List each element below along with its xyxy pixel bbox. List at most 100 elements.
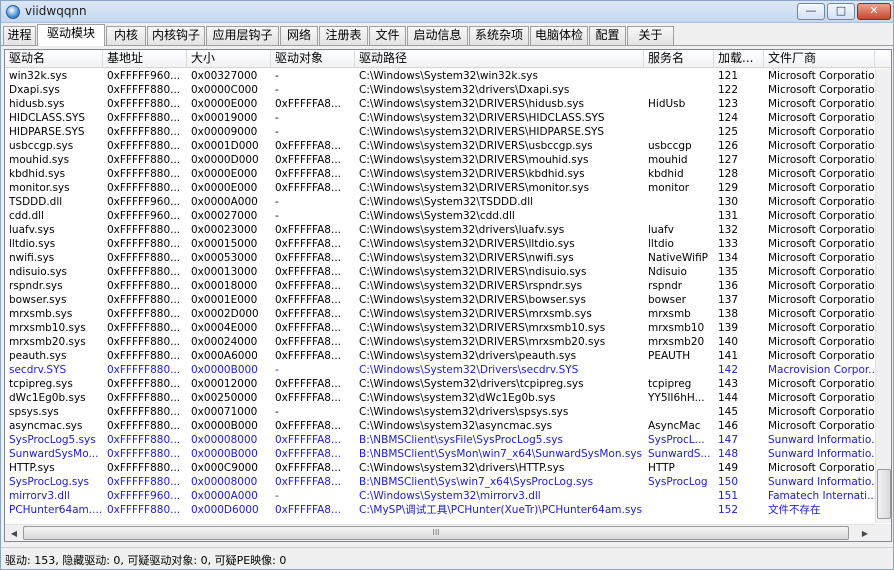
table-row[interactable]: SysProcLog5.sys 0xFFFFF880... 0x00008000 0x… (5, 433, 875, 447)
cell-obj: 0xFFFFFA8... (275, 294, 342, 306)
tab-1[interactable]: 驱动模块 (37, 24, 105, 46)
table-row[interactable]: spsys.sys 0xFFFFF880... 0x00071000 - C:\Wind… (5, 405, 875, 419)
table-row[interactable]: peauth.sys 0xFFFFF880... 0x000A6000 0xFFFFF… (5, 349, 875, 363)
column-header-base[interactable]: 基地址 (103, 50, 187, 68)
cell-svc: mrxsmb20 (648, 336, 705, 348)
tab-7[interactable]: 文件 (369, 26, 406, 45)
app-icon (6, 5, 20, 19)
table-row[interactable]: hidusb.sys 0xFFFFF880... 0x0000E000 0xFFFFF… (5, 97, 875, 111)
cell-path: C:\Windows\system32\DRIVERS\bowser.sys (359, 294, 586, 306)
table-row[interactable]: usbccgp.sys 0xFFFFF880... 0x0001D000 0xFFFF… (5, 139, 875, 153)
table-row[interactable]: lltdio.sys 0xFFFFF880... 0x00015000 0xFFFFF… (5, 237, 875, 251)
tab-4[interactable]: 应用层钩子 (206, 26, 279, 45)
table-row[interactable]: mrxsmb20.sys 0xFFFFF880... 0x00024000 0xFFF… (5, 335, 875, 349)
cell-svc: kbdhid (648, 168, 684, 180)
cell-base: 0xFFFFF880... (107, 112, 181, 124)
tab-6[interactable]: 注册表 (319, 26, 368, 45)
column-header-size[interactable]: 大小 (187, 50, 271, 68)
column-header-order[interactable]: 加载... (714, 50, 764, 68)
table-row[interactable]: cdd.dll 0xFFFFF960... 0x00027000 - C:\Window… (5, 209, 875, 223)
table-row[interactable]: SunwardSysMo... 0xFFFFF880... 0x0000B000 0x… (5, 447, 875, 461)
status-text: 驱动: 153, 隐藏驱动: 0, 可疑驱动对象: 0, 可疑PE映像: 0 (5, 554, 287, 567)
table-row[interactable]: mrxsmb.sys 0xFFFFF880... 0x0002D000 0xFFFFF… (5, 307, 875, 321)
cell-path: C:\Windows\system32\DRIVERS\ndisuio.sys (359, 266, 587, 278)
tab-5[interactable]: 网络 (280, 26, 318, 45)
table-row[interactable]: win32k.sys 0xFFFFF960... 0x00327000 - C:\Win… (5, 69, 875, 83)
title-bar[interactable]: viidwqqnn — □ ✕ (1, 1, 893, 23)
cell-vendor: Microsoft Corporation (768, 238, 875, 250)
cell-vendor: Microsoft Corporation (768, 420, 875, 432)
table-row[interactable]: SysProcLog.sys 0xFFFFF880... 0x00008000 0xF… (5, 475, 875, 489)
table-row[interactable]: mrxsmb10.sys 0xFFFFF880... 0x0004E000 0xFFF… (5, 321, 875, 335)
scroll-right-arrow-icon[interactable]: ▶ (857, 526, 873, 541)
cell-path: C:\Windows\System32\mirrorv3.dll (359, 490, 541, 502)
horizontal-scroll-thumb[interactable]: III (23, 526, 849, 540)
cell-size: 0x00023000 (191, 224, 258, 236)
cell-order: 144 (718, 392, 739, 404)
cell-path: C:\MySP\调试工具\PCHunter(XueTr)\PCHunter64a… (359, 504, 643, 516)
cell-base: 0xFFFFF880... (107, 350, 181, 362)
cell-order: 123 (718, 98, 739, 110)
tab-0[interactable]: 进程 (3, 26, 36, 45)
cell-size: 0x0000B000 (191, 364, 258, 376)
table-row[interactable]: nwifi.sys 0xFFFFF880... 0x00053000 0xFFFFFA… (5, 251, 875, 265)
table-row[interactable]: dWc1Eg0b.sys 0xFFFFF880... 0x00250000 0xFFF… (5, 391, 875, 405)
cell-path: C:\Windows\system32\drivers\peauth.sys (359, 350, 577, 362)
cell-vendor: Microsoft Corporation (768, 322, 875, 334)
cell-path: C:\Windows\system32\DRIVERS\kbdhid.sys (359, 168, 585, 180)
column-header-obj[interactable]: 驱动对象 (271, 50, 355, 68)
cell-order: 132 (718, 224, 739, 236)
table-row[interactable]: luafv.sys 0xFFFFF880... 0x00023000 0xFFFFFA… (5, 223, 875, 237)
tab-3[interactable]: 内核钩子 (147, 26, 205, 45)
close-button[interactable]: ✕ (857, 3, 891, 20)
cell-base: 0xFFFFF880... (107, 378, 181, 390)
tab-10[interactable]: 电脑体检 (530, 26, 588, 45)
minimize-button[interactable]: — (797, 3, 825, 20)
table-row[interactable]: Dxapi.sys 0xFFFFF880... 0x0000C000 - C:\Wind… (5, 83, 875, 97)
table-row[interactable]: bowser.sys 0xFFFFF880... 0x0001E000 0xFFFFF… (5, 293, 875, 307)
cell-obj: 0xFFFFFA8... (275, 350, 342, 362)
cell-obj: - (275, 210, 279, 222)
cell-size: 0x00015000 (191, 238, 258, 250)
cell-size: 0x00071000 (191, 406, 258, 418)
cell-obj: 0xFFFFFA8... (275, 98, 342, 110)
table-row[interactable]: secdrv.SYS 0xFFFFF880... 0x0000B000 - C:\Win… (5, 363, 875, 377)
cell-order: 142 (718, 364, 739, 376)
column-header-svc[interactable]: 服务名 (644, 50, 714, 68)
tab-9[interactable]: 系统杂项 (469, 26, 529, 45)
cell-obj: 0xFFFFFA8... (275, 476, 342, 488)
tab-11[interactable]: 配置 (589, 26, 626, 45)
table-row[interactable]: monitor.sys 0xFFFFF880... 0x0000E000 0xFFFF… (5, 181, 875, 195)
cell-order: 150 (718, 476, 739, 488)
column-header-path[interactable]: 驱动路径 (355, 50, 644, 68)
table-row[interactable]: HTTP.sys 0xFFFFF880... 0x000C9000 0xFFFFFA8… (5, 461, 875, 475)
table-row[interactable]: ndisuio.sys 0xFFFFF880... 0x00013000 0xFFFF… (5, 265, 875, 279)
table-row[interactable]: tcpipreg.sys 0xFFFFF880... 0x00012000 0xFFF… (5, 377, 875, 391)
table-row[interactable]: asyncmac.sys 0xFFFFF880... 0x0000B000 0xFFF… (5, 419, 875, 433)
tab-2[interactable]: 内核 (106, 26, 146, 45)
vertical-scrollbar[interactable] (875, 69, 891, 523)
horizontal-scrollbar[interactable]: ◀ III ▶ (5, 524, 875, 541)
cell-base: 0xFFFFF880... (107, 462, 181, 474)
scroll-left-arrow-icon[interactable]: ◀ (6, 526, 22, 541)
cell-name: nwifi.sys (9, 252, 55, 264)
tab-8[interactable]: 启动信息 (407, 26, 468, 45)
column-header-vendor[interactable]: 文件厂商 (764, 50, 875, 68)
tab-12[interactable]: 关于 (627, 26, 674, 45)
column-header-name[interactable]: 驱动名 (5, 50, 103, 68)
vertical-scroll-thumb[interactable] (877, 469, 891, 519)
table-row[interactable]: mouhid.sys 0xFFFFF880... 0x0000D000 0xFFFFF… (5, 153, 875, 167)
cell-path: B:\NBMSClient\sysFile\SysProcLog5.sys (359, 434, 563, 446)
table-row[interactable]: kbdhid.sys 0xFFFFF880... 0x0000E000 0xFFFFF… (5, 167, 875, 181)
table-row[interactable]: HIDCLASS.SYS 0xFFFFF880... 0x00019000 - C:\W… (5, 111, 875, 125)
table-row[interactable]: HIDPARSE.SYS 0xFFFFF880... 0x00009000 - C:\W… (5, 125, 875, 139)
table-row[interactable]: rspndr.sys 0xFFFFF880... 0x00018000 0xFFFFF… (5, 279, 875, 293)
table-row[interactable]: PCHunter64am.... 0xFFFFF880... 0x000D6000 0… (5, 503, 875, 517)
cell-vendor: Microsoft Corporation (768, 112, 875, 124)
table-row[interactable]: mirrorv3.dll 0xFFFFF960... 0x0000A000 - C:\W… (5, 489, 875, 503)
table-row[interactable]: TSDDD.dll 0xFFFFF960... 0x0000A000 - C:\Wind… (5, 195, 875, 209)
cell-order: 135 (718, 266, 739, 278)
cell-order: 128 (718, 168, 739, 180)
cell-size: 0x0000B000 (191, 448, 258, 460)
maximize-button[interactable]: □ (827, 3, 855, 20)
